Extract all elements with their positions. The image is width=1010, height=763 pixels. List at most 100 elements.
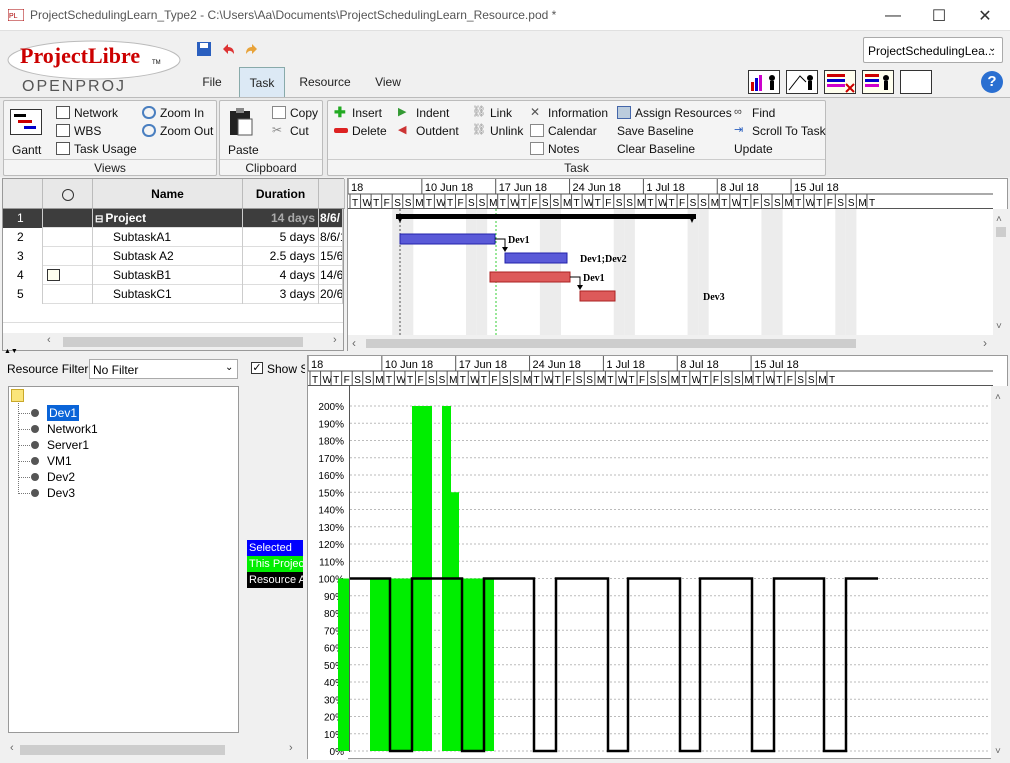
table-row[interactable]: 4 SubtaskB1 4 days14/6/ [3, 266, 343, 285]
duration-cell[interactable]: 2.5 days [243, 247, 319, 266]
row-id-cell[interactable]: 3 [3, 247, 43, 266]
delete-button[interactable]: Delete [334, 122, 387, 139]
tree-connector [18, 429, 30, 430]
close-button[interactable]: ✕ [962, 0, 1008, 31]
duration-cell[interactable]: 5 days [243, 228, 319, 247]
resource-item[interactable]: Network1 [47, 421, 98, 437]
table-row[interactable]: 3 Subtask A2 2.5 days15/6/ [3, 247, 343, 266]
cut-button[interactable]: ✂ Cut [272, 122, 309, 139]
notes-button[interactable]: Notes [530, 140, 579, 157]
gantt-button[interactable]: Gantt [12, 141, 41, 158]
undo-icon[interactable] [220, 41, 236, 57]
gantt-icon[interactable] [10, 109, 42, 135]
table-hscrollbar[interactable]: ‹ › [3, 333, 343, 350]
assign-resources-button[interactable]: Assign Resources [617, 104, 732, 121]
minimize-button[interactable]: — [870, 0, 916, 31]
task-name-cell[interactable]: Subtask A2 [93, 247, 243, 266]
zoom-out-button[interactable]: Zoom Out [142, 122, 213, 139]
task-name-cell[interactable]: SubtaskC1 [93, 285, 243, 304]
splitter-arrows-icon[interactable]: ▲▼ [4, 348, 18, 355]
start-cell[interactable]: 15/6/ [319, 247, 343, 266]
name-header[interactable]: Name [93, 179, 243, 209]
tree-hscrollbar[interactable]: ‹ › [8, 741, 300, 758]
blank-view-button[interactable] [900, 70, 932, 94]
legend-resource-availability: Resource A [247, 572, 303, 588]
copy-button[interactable]: Copy [272, 104, 318, 121]
resource-usage-icon[interactable] [862, 70, 894, 94]
start-cell[interactable]: 8/6/1 [319, 228, 343, 247]
tab-file[interactable]: File [192, 67, 232, 97]
resource-item[interactable]: Dev1 [47, 405, 80, 421]
table-row[interactable]: 1 ⊟ Project 14 days 8/6/ [3, 209, 343, 228]
scroll-to-task-button[interactable]: ⇥ Scroll To Task [734, 122, 826, 139]
calendar-button[interactable]: Calendar [530, 122, 597, 139]
project-dropdown[interactable]: ProjectSchedulingLea... ⌄ [863, 37, 1003, 63]
task-usage-button[interactable]: Task Usage [56, 140, 137, 157]
table-hscroll-thumb[interactable] [63, 337, 303, 347]
scroll-left-icon[interactable]: ‹ [47, 334, 51, 346]
duration-cell[interactable]: 4 days [243, 266, 319, 285]
duration-header[interactable]: Duration [243, 179, 319, 209]
tree-hscroll-thumb[interactable] [20, 745, 225, 755]
start-cell[interactable]: 8/6/ [319, 209, 343, 228]
resource-filter-select[interactable]: No Filter ⌄ [89, 359, 238, 379]
show-checkbox[interactable]: ✓ [251, 362, 263, 374]
network-button[interactable]: Network [56, 104, 118, 121]
row-id-cell[interactable]: 1 [3, 209, 43, 228]
indicator-cell[interactable] [43, 247, 93, 266]
row-id-cell[interactable]: 2 [3, 228, 43, 247]
tab-task[interactable]: Task [239, 67, 285, 97]
resource-item[interactable]: Server1 [47, 437, 89, 453]
link-button[interactable]: ⛓ Link [472, 104, 512, 121]
redo-icon[interactable] [244, 41, 260, 57]
save-baseline-button[interactable]: Save Baseline [617, 122, 694, 139]
task-name-cell[interactable]: ⊟ Project [93, 209, 243, 228]
paste-button[interactable]: Paste [228, 141, 259, 158]
indent-button[interactable]: ▶ Indent [398, 104, 449, 121]
information-button[interactable]: ✕ Information [530, 104, 608, 121]
collapse-icon[interactable]: ⊟ [95, 214, 103, 225]
save-icon[interactable] [196, 41, 212, 57]
outdent-button[interactable]: ◀ Outdent [398, 122, 459, 139]
table-row[interactable]: 5 SubtaskC1 3 days20/6/ [3, 285, 343, 304]
scroll-right-icon[interactable]: › [289, 742, 293, 754]
resource-item[interactable]: Dev3 [47, 485, 75, 501]
task-name-cell[interactable]: SubtaskA1 [93, 228, 243, 247]
indicator-cell[interactable] [43, 285, 93, 304]
tab-resource[interactable]: Resource [294, 67, 356, 97]
task-usage-view-icon[interactable] [786, 70, 818, 94]
start-header[interactable] [319, 179, 345, 209]
help-icon[interactable]: ? [981, 71, 1003, 93]
find-button[interactable]: ∞ Find [734, 104, 775, 121]
task-name-cell[interactable]: SubtaskB1 [93, 266, 243, 285]
resource-table-icon[interactable] [824, 70, 856, 94]
task-name: Project [105, 211, 147, 225]
resource-item[interactable]: VM1 [47, 453, 72, 469]
insert-button[interactable]: ✚ Insert [334, 104, 382, 121]
clear-baseline-button[interactable]: Clear Baseline [617, 140, 695, 157]
indicator-cell[interactable] [43, 209, 93, 228]
tab-view[interactable]: View [366, 67, 410, 97]
indicator-cell[interactable] [43, 266, 93, 285]
paste-icon[interactable] [228, 107, 254, 137]
scroll-left-icon[interactable]: ‹ [10, 742, 14, 754]
unlink-button[interactable]: ⛓ Unlink [472, 122, 523, 139]
logo-tm: TM [152, 60, 161, 66]
table-row[interactable]: 2 SubtaskA1 5 days8/6/1 [3, 228, 343, 247]
row-id-cell[interactable]: 5 [3, 285, 43, 304]
indicator-cell[interactable] [43, 228, 93, 247]
resource-tree: Dev1 Network1 Server1 VM1 Dev2 Dev3 [8, 386, 239, 733]
wbs-button[interactable]: WBS [56, 122, 101, 139]
row-id-cell[interactable]: 4 [3, 266, 43, 285]
empty-row[interactable] [3, 304, 343, 323]
duration-cell[interactable]: 3 days [243, 285, 319, 304]
zoom-in-button[interactable]: Zoom In [142, 104, 204, 121]
update-button[interactable]: Update [734, 140, 773, 157]
start-cell[interactable]: 20/6/ [319, 285, 343, 304]
resource-chart-icon[interactable] [748, 70, 780, 94]
scroll-right-icon[interactable]: › [333, 334, 337, 346]
duration-cell[interactable]: 14 days [243, 209, 319, 228]
maximize-button[interactable]: ☐ [916, 0, 962, 31]
resource-item[interactable]: Dev2 [47, 469, 75, 485]
start-cell[interactable]: 14/6/ [319, 266, 343, 285]
